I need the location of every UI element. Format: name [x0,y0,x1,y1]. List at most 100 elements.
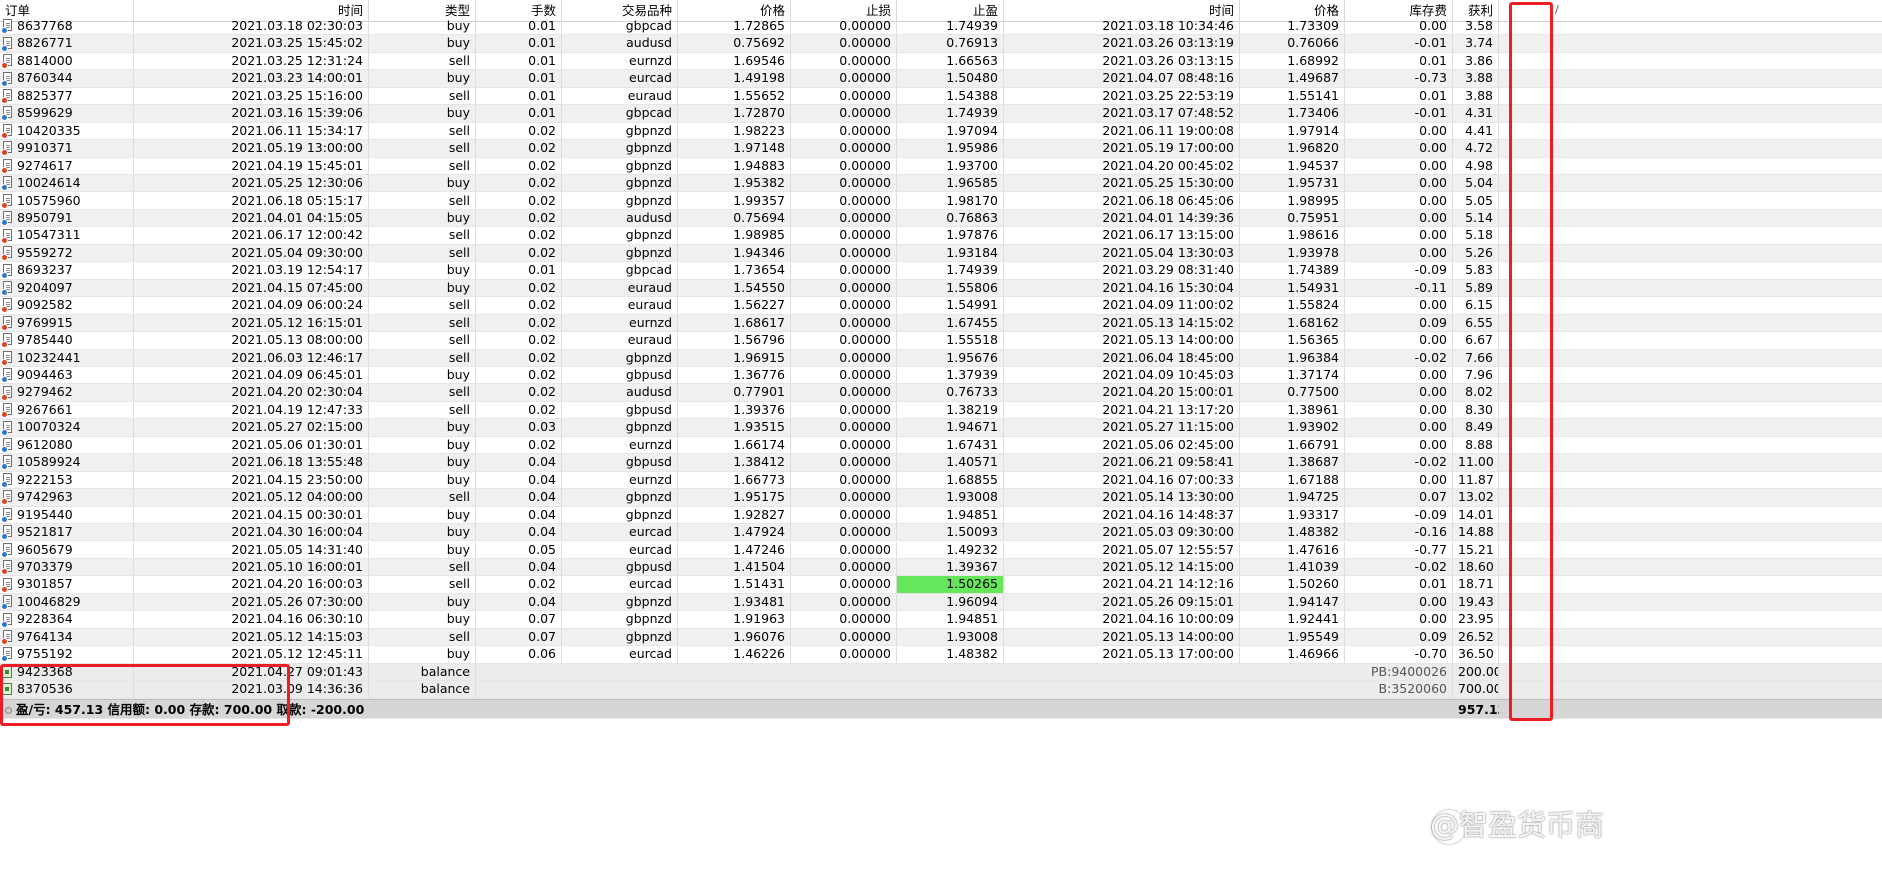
cell-profit: 700.00 [1453,681,1499,698]
cell-type: buy [369,262,476,279]
trade-row[interactable]: 9559272 2021.05.04 09:30:00 sell 0.02 gbpnzd… [0,244,1882,263]
cell-open-time: 2021.05.10 16:00:01 [134,558,369,576]
trade-row[interactable]: 9092582 2021.04.09 06:00:24 sell 0.02 euraud… [0,297,1882,315]
trade-row[interactable]: 9605679 2021.05.05 14:31:40 buy 0.05 eurcad 1… [0,541,1882,559]
cell-stop-loss: 0.00000 [791,611,897,628]
cell-symbol: gbpusd [562,401,678,419]
row-filler [1499,524,1882,540]
trade-row[interactable]: 9267661 2021.04.19 12:47:33 sell 0.02 gbpusd… [0,401,1882,420]
trade-row[interactable]: 9228364 2021.04.16 06:30:10 buy 0.07 gbpnzd 1… [0,611,1882,629]
cell-swap: -0.02 [1345,454,1453,471]
cell-symbol: gbpusd [562,558,678,576]
trade-row[interactable]: 10046829 2021.05.26 07:30:00 buy 0.04 gbpnzd… [0,593,1882,612]
cell-open-time: 2021.05.12 04:00:00 [134,489,369,506]
cell-swap: 0.00 [1345,419,1453,436]
trade-row[interactable]: 10232441 2021.06.03 12:46:17 sell 0.02 gbpnz… [0,349,1882,367]
cell-close-price: 1.37174 [1240,367,1345,384]
trade-row[interactable]: 9204097 2021.04.15 07:45:00 buy 0.02 euraud 1… [0,279,1882,298]
order-number: 9742963 [17,489,73,505]
trade-row[interactable]: 9755192 2021.05.12 12:45:11 buy 0.06 eurcad 1… [0,646,1882,664]
cell-open-price: 1.93481 [678,593,791,611]
trade-row[interactable]: 9222153 2021.04.15 23:50:00 buy 0.04 eurnzd 1… [0,471,1882,490]
cell-type: sell [369,384,476,401]
order-number: 9612080 [17,436,73,452]
cell-close-price: 1.56365 [1240,332,1345,349]
cell-order: 10232441 [0,349,134,366]
row-filler [1499,210,1882,226]
cell-take-profit: 0.76913 [897,35,1004,52]
cell-order: 8825377 [0,87,134,105]
trade-row[interactable]: 9301857 2021.04.20 16:00:03 sell 0.02 eurcad… [0,576,1882,594]
cell-lots: 0.04 [476,471,562,489]
cell-open-price: 1.97148 [678,140,791,157]
trade-row[interactable]: 9703379 2021.05.10 16:00:01 sell 0.04 gbpusd… [0,558,1882,577]
cell-close-price: 1.41039 [1240,558,1345,576]
trade-row[interactable]: 9764134 2021.05.12 14:15:03 sell 0.07 gbpnzd… [0,628,1882,647]
trade-row[interactable]: 10589924 2021.06.18 13:55:48 buy 0.04 gbpusd… [0,454,1882,472]
row-filler [1499,70,1882,86]
buy-order-icon [1,211,13,227]
cell-swap: 0.07 [1345,489,1453,506]
cell-open-price: 1.56227 [678,297,791,314]
cell-open-time: 2021.04.30 16:00:04 [134,524,369,541]
cell-close-time: 2021.04.20 15:00:01 [1004,384,1240,401]
cell-type: sell [369,192,476,209]
cell-order: 10024614 [0,175,134,192]
trade-row[interactable]: 10070324 2021.05.27 02:15:00 buy 0.03 gbpnzd… [0,419,1882,437]
cell-stop-loss: 0.00000 [791,157,897,175]
cell-close-price: 1.38961 [1240,401,1345,419]
cell-take-profit: 1.98170 [897,192,1004,209]
trade-row[interactable]: 8637768 2021.03.18 02:30:03 buy 0.01 gbpcad 1… [0,18,1882,36]
trade-row[interactable]: 9094463 2021.04.09 06:45:01 buy 0.02 gbpusd 1… [0,367,1882,385]
cell-lots: 0.07 [476,628,562,646]
trade-row[interactable]: 8760344 2021.03.23 14:00:01 buy 0.01 eurcad 1… [0,70,1882,88]
cell-close-price: 1.94725 [1240,489,1345,506]
cell-order: 8814000 [0,52,134,70]
trade-row[interactable]: 10024614 2021.05.25 12:30:06 buy 0.02 gbpnzd… [0,175,1882,193]
trade-row[interactable]: 10547311 2021.06.17 12:00:42 sell 0.02 gbpnz… [0,227,1882,245]
trade-row[interactable]: 9274617 2021.04.19 15:45:01 sell 0.02 gbpnzd… [0,157,1882,176]
trade-row[interactable]: 8950791 2021.04.01 04:15:05 buy 0.02 audusd 0… [0,209,1882,228]
sell-order-icon [1,629,13,645]
cell-order: 9267661 [0,401,134,419]
trade-row[interactable]: 9195440 2021.04.15 00:30:01 buy 0.04 gbpnzd 1… [0,506,1882,525]
trade-row[interactable]: 9769915 2021.05.12 16:15:01 sell 0.02 eurnzd… [0,314,1882,333]
cell-open-price: 1.54550 [678,279,791,297]
cell-lots: 0.01 [476,70,562,87]
cell-stop-loss: 0.00000 [791,175,897,192]
cell-close-time: 2021.05.27 11:15:00 [1004,419,1240,436]
cell-profit: 3.88 [1453,70,1499,87]
cell-profit: 19.43 [1453,593,1499,611]
trade-row[interactable]: 8599629 2021.03.16 15:39:06 buy 0.01 gbpcad 1… [0,105,1882,123]
trade-row[interactable]: 9742963 2021.05.12 04:00:00 sell 0.04 gbpnzd… [0,489,1882,507]
cell-take-profit: 1.94851 [897,611,1004,628]
row-filler [1499,245,1882,261]
cell-symbol: gbpnzd [562,175,678,192]
trade-row[interactable]: 9612080 2021.05.06 01:30:01 buy 0.02 eurnzd 1… [0,436,1882,455]
cell-open-time: 2021.04.15 07:45:00 [134,279,369,297]
cell-stop-loss: 0.00000 [791,314,897,332]
cell-symbol: gbpnzd [562,244,678,262]
cell-stop-loss: 0.00000 [791,593,897,611]
trade-row[interactable]: 10420335 2021.06.11 15:34:17 sell 0.02 gbpnz… [0,122,1882,141]
cell-close-price: 1.74389 [1240,262,1345,279]
trade-row[interactable]: 8693237 2021.03.19 12:54:17 buy 0.01 gbpcad 1… [0,262,1882,280]
cell-stop-loss: 0.00000 [791,454,897,471]
row-filler [1499,454,1882,470]
trade-row[interactable]: 9279462 2021.04.20 02:30:04 sell 0.02 audusd… [0,384,1882,402]
trade-row[interactable]: 10575960 2021.06.18 05:15:17 sell 0.02 gbpnz… [0,192,1882,210]
trade-row[interactable]: 8826771 2021.03.25 15:45:02 buy 0.01 audusd 0… [0,35,1882,53]
trade-row[interactable]: 9910371 2021.05.19 13:00:00 sell 0.02 gbpnzd… [0,140,1882,158]
cell-stop-loss: 0.00000 [791,419,897,436]
trade-row[interactable]: 9785440 2021.05.13 08:00:00 sell 0.02 euraud… [0,332,1882,350]
cell-lots: 0.02 [476,209,562,227]
cell-stop-loss: 0.00000 [791,558,897,576]
trade-row[interactable]: 8814000 2021.03.25 12:31:24 sell 0.01 eurnzd… [0,52,1882,71]
cell-symbol: eurnzd [562,314,678,332]
cell-close-price: 1.92441 [1240,611,1345,628]
cell-profit: 18.60 [1453,558,1499,576]
buy-order-icon [1,71,13,87]
cell-take-profit: 1.37939 [897,367,1004,384]
trade-row[interactable]: 9521817 2021.04.30 16:00:04 buy 0.04 eurcad 1… [0,524,1882,542]
trade-row[interactable]: 8825377 2021.03.25 15:16:00 sell 0.01 euraud… [0,87,1882,106]
